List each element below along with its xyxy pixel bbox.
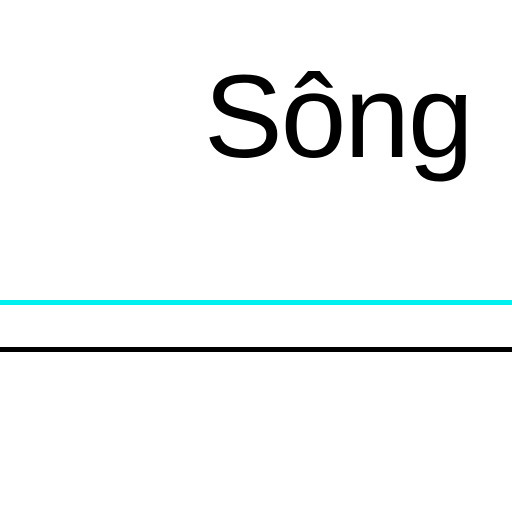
map-canvas[interactable]: Sông	[0, 0, 512, 512]
black-line-feature	[0, 347, 512, 352]
cyan-line-feature	[0, 300, 512, 305]
map-place-label: Sông	[204, 51, 474, 183]
